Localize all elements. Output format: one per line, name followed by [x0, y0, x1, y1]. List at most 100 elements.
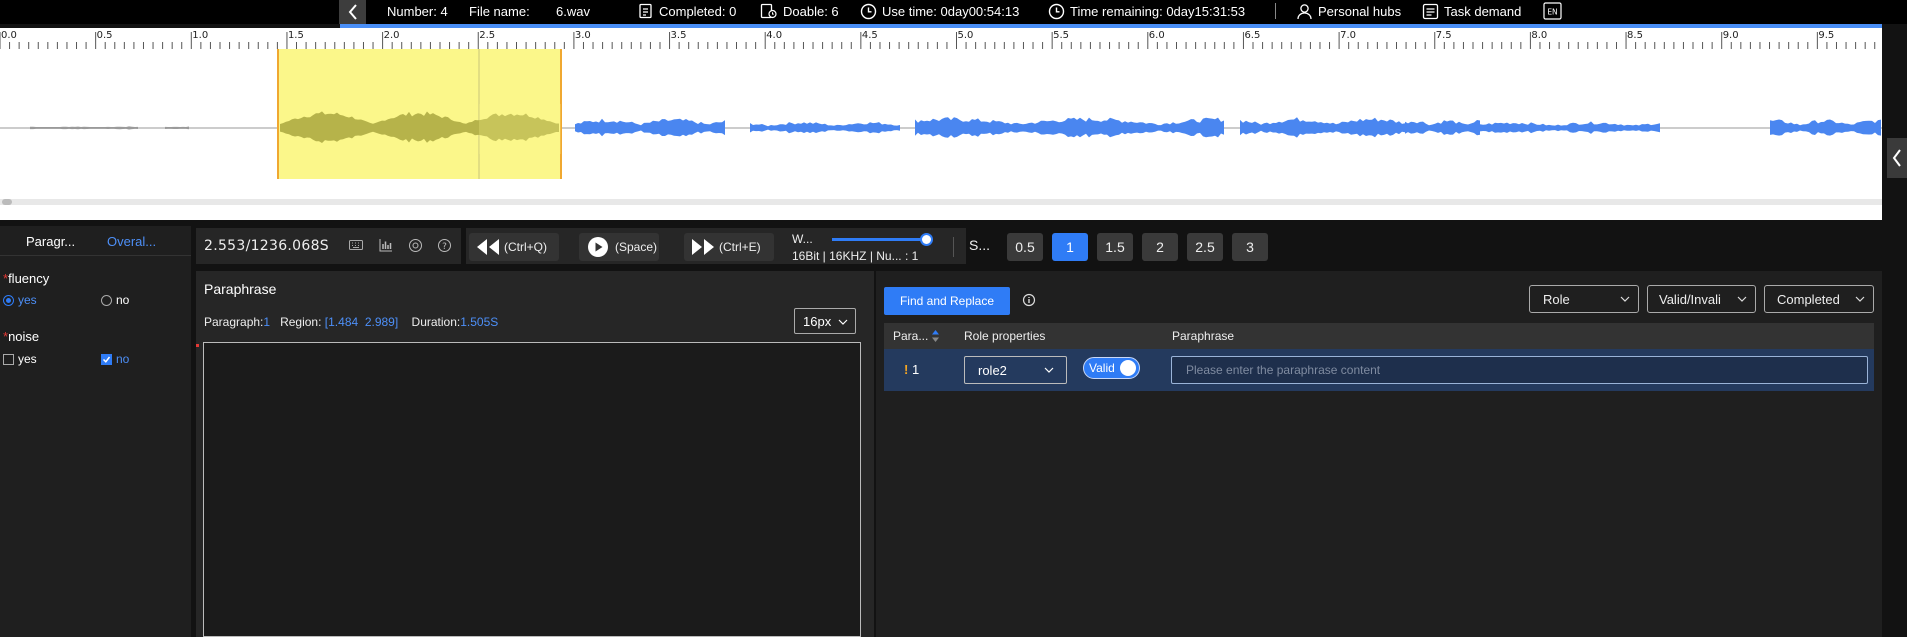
- tab-overall[interactable]: Overal...: [107, 234, 156, 249]
- waveform-segment: [165, 126, 189, 130]
- attribute-tabs: Paragr... Overal...: [0, 226, 191, 256]
- chevron-down-icon: [1737, 296, 1747, 302]
- rewind-shortcut: (Ctrl+Q): [504, 240, 547, 254]
- role-filter[interactable]: Role: [1529, 285, 1639, 313]
- waveform-segment: [750, 122, 900, 134]
- completed-filter[interactable]: Completed: [1764, 285, 1874, 313]
- table-row[interactable]: ! 1 role2 Valid: [884, 349, 1874, 391]
- fast-forward-icon: [692, 239, 714, 255]
- paragraph-label: Paragraph:: [204, 315, 264, 329]
- find-replace-button[interactable]: Find and Replace: [884, 287, 1010, 315]
- task-demand-label: Task demand: [1444, 3, 1522, 19]
- col-role-header: Role properties: [964, 329, 1046, 343]
- completed-stat: Completed: 0: [638, 0, 736, 22]
- forward-button[interactable]: (Ctrl+E): [684, 233, 774, 261]
- topbar-divider: [1275, 3, 1276, 19]
- ruler-label: 8.5: [1627, 30, 1643, 41]
- waveform-segment: [575, 118, 725, 137]
- task-demand-link[interactable]: Task demand: [1422, 0, 1521, 22]
- speed-divider: [953, 237, 954, 257]
- role-filter-label: Role: [1543, 291, 1570, 307]
- table-header: Para... Role properties Paraphrase: [884, 323, 1874, 349]
- playback-toolbar: 2.553/1236.068S ? (Ctrl+Q) (Space) (Ctrl…: [196, 226, 1882, 266]
- speed-label: S...: [969, 237, 991, 253]
- speed-button-1[interactable]: 1: [1052, 233, 1088, 261]
- rewind-button[interactable]: (Ctrl+Q): [469, 233, 559, 261]
- speed-button-0-5[interactable]: 0.5: [1007, 233, 1043, 261]
- waveform-area[interactable]: 0.0 0.5 1.0 1.5 2.0 2.5 3.0 3.5 4.0 4.5 5.0 5.5 6.0 6…: [0, 28, 1882, 220]
- help-icon[interactable]: ?: [437, 238, 452, 256]
- paraphrase-editor-panel: Paraphrase Paragraph:1 Region: [1.484 2.…: [196, 271, 874, 637]
- segment-list-panel: Find and Replace Role Valid/Invali Compl…: [876, 271, 1882, 637]
- waveform-scrollbar[interactable]: [0, 199, 1882, 205]
- document-clock-icon: [760, 3, 777, 19]
- ruler-label: 1.5: [287, 30, 304, 41]
- back-button[interactable]: [339, 0, 366, 24]
- noise-yes-checkbox[interactable]: yes: [3, 352, 37, 366]
- speed-button-1-5[interactable]: 1.5: [1097, 233, 1133, 261]
- clock-icon: [1048, 3, 1065, 19]
- role-select[interactable]: role2: [964, 356, 1067, 384]
- waveform-scroll-thumb[interactable]: [2, 199, 12, 205]
- chevron-left-icon: [1892, 149, 1901, 167]
- ruler-label: 3.5: [670, 30, 687, 41]
- doable-stat: Doable: 6: [760, 0, 839, 22]
- tab-paragraph[interactable]: Paragr...: [26, 234, 75, 249]
- personal-hubs-link[interactable]: Personal hubs: [1296, 0, 1401, 22]
- target-icon[interactable]: [408, 238, 423, 256]
- ruler-label: 3.0: [574, 30, 591, 41]
- volume-slider-track[interactable]: [832, 238, 926, 241]
- font-size-select[interactable]: 16px: [794, 308, 856, 334]
- duration-label: Duration:: [411, 315, 461, 329]
- volume-slider-handle[interactable]: [920, 233, 933, 246]
- ruler-label: 6.5: [1244, 30, 1261, 41]
- user-icon: [1297, 3, 1312, 19]
- collapse-handle[interactable]: [1887, 138, 1907, 178]
- completed-text: Completed: 0: [659, 3, 737, 19]
- sort-icon[interactable]: [932, 330, 939, 342]
- noise-no-checkbox[interactable]: no: [101, 352, 129, 366]
- paragraph-value: 1: [263, 315, 271, 329]
- ruler-label: 5.5: [1053, 30, 1070, 41]
- waveform-canvas[interactable]: [0, 49, 1882, 220]
- keyboard-icon[interactable]: [349, 239, 363, 254]
- row-index: 1: [912, 362, 920, 377]
- language-switch[interactable]: EN: [1543, 0, 1567, 22]
- checkbox-empty-icon: [3, 353, 14, 365]
- ruler-label: 4.5: [861, 30, 878, 41]
- ruler-label: 2.0: [383, 30, 400, 41]
- chevron-left-icon: [348, 4, 357, 20]
- waveform-segment: [1240, 117, 1405, 138]
- speed-button-2-5[interactable]: 2.5: [1187, 233, 1223, 261]
- ruler-label: 4.0: [766, 30, 783, 41]
- rewind-icon: [477, 239, 499, 255]
- paraphrase-input[interactable]: [1171, 356, 1868, 384]
- spectrum-icon[interactable]: [379, 238, 393, 255]
- valid-toggle-label: Valid: [1089, 361, 1115, 375]
- file-name-value: 6.wav: [556, 3, 590, 19]
- audio-format-info: 16Bit | 16KHZ | Nu... : 1: [792, 249, 919, 263]
- play-button[interactable]: (Space): [579, 233, 659, 261]
- use-time-text: Use time: 0day00:54:13: [882, 3, 1020, 19]
- ruler-label: 0.0: [1, 30, 17, 41]
- ruler-label: 0.5: [96, 30, 113, 41]
- valid-filter[interactable]: Valid/Invali: [1647, 285, 1756, 313]
- info-icon[interactable]: [1022, 293, 1036, 310]
- col-para-header[interactable]: Para...: [893, 329, 928, 343]
- fluency-no-radio[interactable]: no: [101, 293, 129, 307]
- chevron-down-icon: [1855, 296, 1865, 302]
- toggle-knob: [1120, 360, 1136, 376]
- ruler-ticks: [0, 32, 1876, 49]
- clock-icon: [860, 3, 877, 19]
- valid-toggle[interactable]: Valid: [1083, 357, 1140, 379]
- checkbox-checked-icon: [101, 353, 112, 365]
- chevron-down-icon: [1044, 367, 1054, 373]
- time-tools-group: 2.553/1236.068S ?: [196, 228, 461, 264]
- fluency-label: *fluency: [3, 271, 50, 286]
- speed-button-2[interactable]: 2: [1142, 233, 1178, 261]
- speed-button-3[interactable]: 3: [1232, 233, 1268, 261]
- paraphrase-textarea[interactable]: [203, 342, 861, 637]
- task-number: Number: 4: [387, 3, 448, 19]
- fluency-yes-radio[interactable]: yes: [3, 293, 37, 307]
- panel-title: Paraphrase: [204, 281, 277, 297]
